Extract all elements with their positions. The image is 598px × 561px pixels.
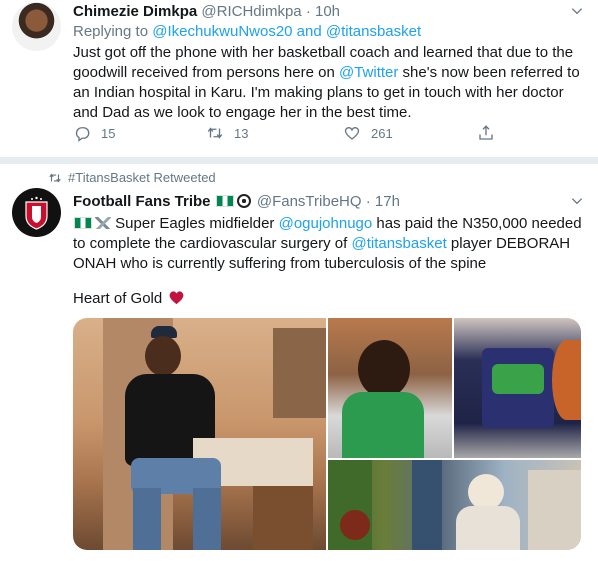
reply-button[interactable]: 15	[73, 124, 115, 142]
media-grid[interactable]	[73, 318, 581, 550]
tweet-text: Just got off the phone with her basketba…	[73, 43, 583, 123]
mention-link[interactable]: @titansbasket	[351, 235, 446, 252]
timestamp[interactable]: 10h	[315, 3, 340, 20]
like-button[interactable]: 261	[343, 124, 393, 142]
photo-basketball-jersey[interactable]	[454, 318, 581, 458]
retweet-count: 13	[234, 125, 249, 141]
reply-icon	[75, 127, 90, 142]
tweet-header: Chimezie Dimkpa @RICHdimkpa · 10h	[73, 2, 340, 22]
retweet-button[interactable]: 13	[206, 124, 248, 142]
retweet-icon	[207, 127, 223, 139]
retweeted-by[interactable]: #TitansBasket Retweeted	[48, 170, 216, 186]
tweet-header: Football Fans Tribe @FansTribeHQ · 17h	[73, 192, 400, 212]
timestamp[interactable]: 17h	[375, 193, 400, 210]
tweet-2[interactable]: #TitansBasket Retweeted Football Fans Tr…	[0, 164, 598, 561]
retweeted-by-label: #TitansBasket Retweeted	[68, 170, 216, 185]
share-button[interactable]	[477, 124, 505, 142]
tweet-text-line: Heart of Gold	[73, 289, 583, 309]
reply-context: Replying to @IkechukwuNwos20 and @titans…	[73, 22, 583, 42]
soccer-ball-icon	[236, 194, 251, 208]
retweet-icon	[49, 173, 61, 183]
mountain-icon	[95, 217, 111, 229]
replying-to-users[interactable]: @IkechukwuNwos20 and @titansbasket	[152, 23, 421, 40]
chevron-down-icon[interactable]	[570, 194, 584, 208]
separator: ·	[365, 193, 371, 210]
heart-icon	[344, 126, 360, 140]
mention-link[interactable]: @Twitter	[339, 64, 398, 81]
tweet-text-part: Heart of Gold	[73, 290, 163, 307]
nigeria-flag-icon	[215, 195, 234, 207]
reply-count: 15	[101, 125, 116, 141]
photo-girl-green-shirt[interactable]	[328, 318, 452, 458]
author-handle[interactable]: @FansTribeHQ	[257, 193, 362, 210]
author-name[interactable]: Chimezie Dimkpa	[73, 3, 197, 20]
mention-link[interactable]: @ogujohnugo	[279, 215, 373, 232]
red-heart-icon	[170, 291, 184, 305]
replying-to-label: Replying to	[73, 23, 153, 40]
tweet-1[interactable]: Chimezie Dimkpa @RICHdimkpa · 10h Replyi…	[0, 0, 598, 158]
chevron-down-icon[interactable]	[570, 4, 584, 18]
avatar[interactable]	[12, 2, 61, 51]
tweet-actions: 15 13 261	[73, 124, 573, 144]
photo-man-sitting[interactable]	[73, 318, 326, 550]
separator: ·	[305, 3, 311, 20]
author-name[interactable]: Football Fans Tribe	[73, 193, 211, 210]
tweet-text-part: Super Eagles midfielder	[111, 215, 279, 232]
avatar[interactable]	[12, 188, 61, 237]
tweet-text: Super Eagles midfielder @ogujohnugo has …	[73, 214, 583, 274]
author-handle[interactable]: @RICHdimkpa	[201, 3, 301, 20]
photo-hospital-ward[interactable]	[328, 460, 581, 550]
share-icon	[479, 125, 493, 140]
club-logo-icon	[12, 188, 61, 237]
nigeria-flag-icon	[74, 217, 92, 229]
like-count: 261	[371, 125, 393, 141]
